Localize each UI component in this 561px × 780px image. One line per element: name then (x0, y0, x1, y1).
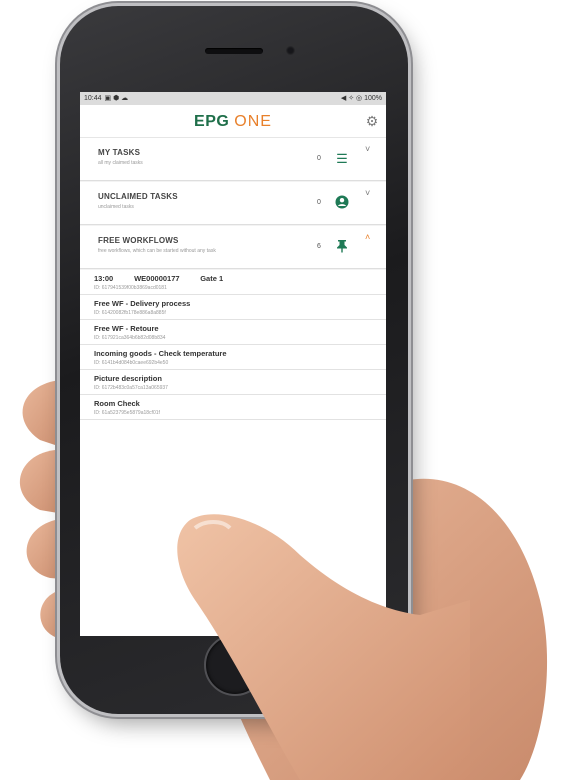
workflow-id: ID: 6172b483c0a57ca13a065937 (94, 385, 168, 391)
workflow-gate: Gate 1 (200, 274, 224, 283)
task-count: 0 (317, 155, 321, 162)
workflow-time: 13:00 (94, 274, 114, 283)
section-unclaimed-tasks[interactable]: UNCLAIMED TASKS unclaimed tasks 0 ˅ (80, 182, 386, 225)
section-subtitle: free workflows, which can be started wit… (98, 248, 216, 254)
status-right-indicators: ◀ ✧ ◎ 100% (340, 95, 382, 102)
logo-one: ONE (234, 113, 272, 130)
workflow-item[interactable]: Free WF - Retoure ID: 617921ca364b6b82d0… (80, 320, 386, 345)
section-title: MY TASKS (98, 148, 141, 157)
status-left-icons: ▣ ⬢ ☁ (104, 95, 129, 102)
status-time: 10:44 (84, 95, 102, 102)
pin-icon (334, 239, 350, 255)
section-title: UNCLAIMED TASKS (98, 192, 178, 201)
workflow-item[interactable]: Picture description ID: 6172b483c0a57ca1… (80, 370, 386, 395)
section-subtitle: unclaimed tasks (98, 204, 134, 210)
workflow-name: Incoming goods - Check temperature (94, 349, 227, 358)
section-free-workflows[interactable]: FREE WORKFLOWS free workflows, which can… (80, 226, 386, 269)
logo-epg: EPG (194, 113, 230, 130)
workflow-id: ID: 6141b4d084b0caee692b4e50 (94, 360, 169, 366)
workflow-id: ID: 61420082fb178e886a8a885f (94, 310, 166, 316)
chevron-down-icon[interactable]: ˅ (365, 144, 370, 154)
workflow-count: 6 (317, 243, 321, 250)
workflow-name: Free WF - Retoure (94, 324, 159, 333)
workflow-name: Free WF - Delivery process (94, 299, 191, 308)
speaker-grille (205, 48, 263, 54)
app-header: EPG ONE ⚙ (80, 105, 386, 138)
workflow-item[interactable]: Incoming goods - Check temperature ID: 6… (80, 345, 386, 370)
workflow-list: 13:00 WE00000177 Gate 1 ID: 617941539f00… (80, 270, 386, 420)
chevron-up-icon[interactable]: ˄ (365, 232, 370, 242)
workflow-id: ID: 617921ca364b6b82d08b834 (94, 335, 166, 341)
section-my-tasks[interactable]: MY TASKS all my claimed tasks 0 ☰ ˅ (80, 138, 386, 181)
workflow-item[interactable]: 13:00 WE00000177 Gate 1 ID: 617941539f00… (80, 270, 386, 295)
app-logo: EPG ONE (80, 113, 386, 131)
status-bar: 10:44 ▣ ⬢ ☁ ◀ ✧ ◎ 100% (80, 92, 386, 105)
section-title: FREE WORKFLOWS (98, 236, 179, 245)
workflow-name: 13:00 WE00000177 Gate 1 (94, 274, 223, 283)
home-button[interactable] (204, 634, 266, 696)
phone-screen: 10:44 ▣ ⬢ ☁ ◀ ✧ ◎ 100% EPG ONE ⚙ MY TASK… (80, 92, 386, 636)
workflow-id: ID: 61a523795e5879a18cf01f (94, 410, 160, 416)
checklist-icon: ☰ (336, 151, 348, 166)
workflow-name: Picture description (94, 374, 162, 383)
empty-area (80, 420, 386, 636)
task-count: 0 (317, 199, 321, 206)
workflow-item[interactable]: Room Check ID: 61a523795e5879a18cf01f (80, 395, 386, 420)
workflow-name: Room Check (94, 399, 140, 408)
workflow-number: WE00000177 (134, 274, 180, 283)
workflow-id: ID: 617941539f00b3869acd0181 (94, 285, 167, 291)
workflow-item[interactable]: Free WF - Delivery process ID: 61420082f… (80, 295, 386, 320)
section-subtitle: all my claimed tasks (98, 160, 143, 166)
chevron-down-icon[interactable]: ˅ (365, 188, 370, 198)
phone-device: 10:44 ▣ ⬢ ☁ ◀ ✧ ◎ 100% EPG ONE ⚙ MY TASK… (60, 6, 408, 714)
front-camera (286, 46, 295, 55)
settings-gear-icon[interactable]: ⚙ (364, 113, 380, 129)
person-circle-icon (334, 195, 350, 211)
